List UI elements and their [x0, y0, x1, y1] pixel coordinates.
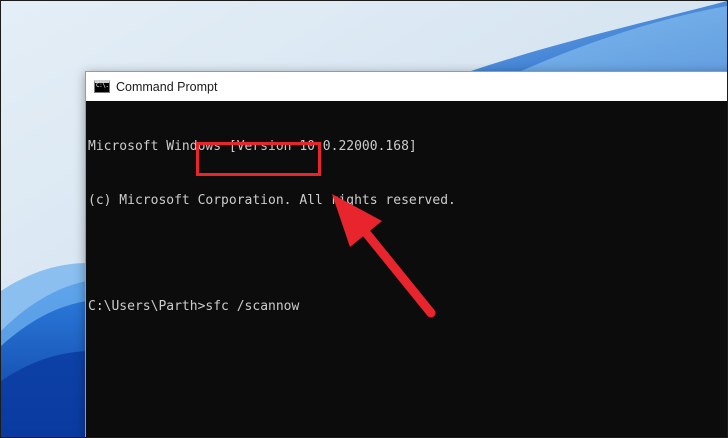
console-output[interactable]: Microsoft Windows [Version 10.0.22000.16… [88, 102, 727, 437]
console-line: Microsoft Windows [Version 10.0.22000.16… [88, 139, 417, 154]
cmd-app-icon-glyph: C:\. [96, 82, 109, 89]
cmd-app-icon: C:\. [94, 80, 110, 93]
screenshot-frame: C:\. Command Prompt Microsoft Windows [V… [0, 0, 728, 438]
window-titlebar[interactable]: C:\. Command Prompt [86, 72, 727, 101]
command-prompt-window[interactable]: C:\. Command Prompt Microsoft Windows [V… [85, 71, 727, 437]
typed-command[interactable]: sfc /scannow [205, 299, 299, 314]
console-line: (c) Microsoft Corporation. All rights re… [88, 193, 456, 208]
command-line[interactable]: C:\Users\Parth>sfc /scannow [88, 298, 727, 316]
window-title: Command Prompt [116, 79, 218, 94]
command-highlight-box [196, 142, 321, 176]
console-prompt: C:\Users\Parth> [88, 299, 206, 314]
